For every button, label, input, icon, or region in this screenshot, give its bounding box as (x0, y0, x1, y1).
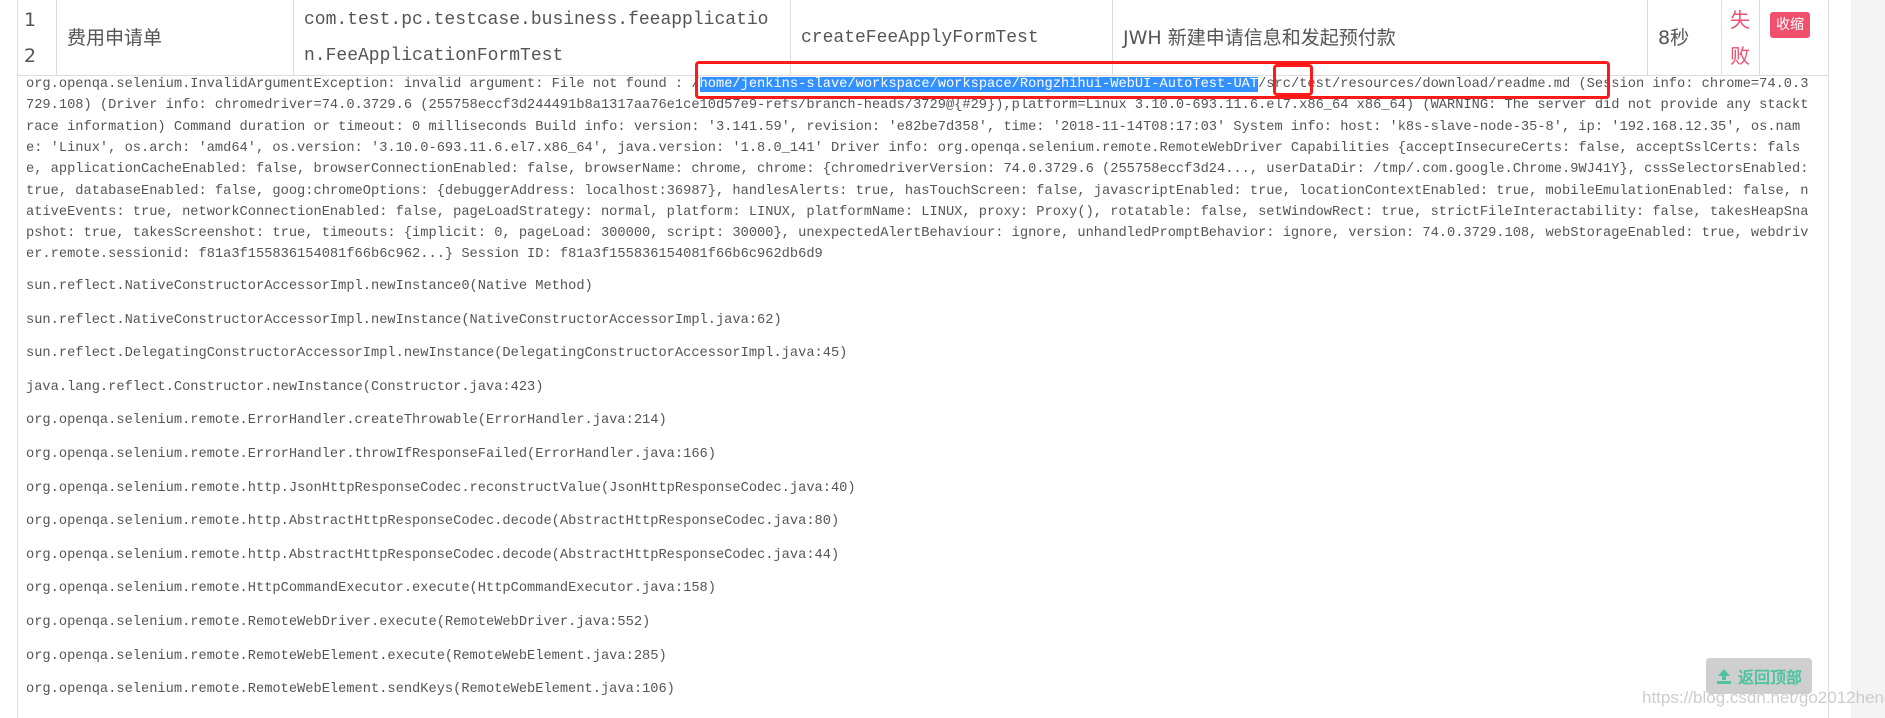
upload-arrow-icon (1716, 669, 1731, 684)
selected-path: home/jenkins-slave/workspace/workspace/R… (699, 77, 1259, 92)
stack-trace-line: sun.reflect.NativeConstructorAccessorImp… (26, 312, 782, 328)
error-message-line: 729.108) (Driver info: chromedriver=74.0… (26, 98, 1809, 114)
duration-cell: 8秒 (1648, 0, 1722, 75)
stack-trace-line: org.openqa.selenium.remote.HttpCommandEx… (26, 581, 716, 597)
row-index-cell: 12 (18, 0, 57, 75)
message-prefix: org.openqa.selenium.InvalidArgumentExcep… (26, 77, 700, 92)
stack-trace-line: java.lang.reflect.Constructor.newInstanc… (26, 379, 544, 395)
watermark: https://blog.csdn.net/go2012heng (1642, 688, 1885, 707)
error-message-line: org.openqa.selenium.InvalidArgumentExcep… (26, 76, 1808, 94)
src-segment: /src/ (1258, 77, 1300, 92)
module-name: 费用申请单 (67, 26, 163, 49)
action-cell: 收缩 (1760, 0, 1828, 75)
module-cell: 费用申请单 (57, 0, 294, 75)
stack-trace-line: org.openqa.selenium.remote.http.Abstract… (26, 514, 840, 530)
stack-trace-line: org.openqa.selenium.remote.RemoteWebDriv… (26, 615, 651, 630)
error-message-line: ativeEvents: true, networkConnectionEnab… (26, 204, 1809, 220)
error-message-line: e: 'Linux', os.arch: 'amd64', os.version… (26, 140, 1801, 156)
table-row: 12 费用申请单 com.test.pc.testcase.business.f… (18, 0, 1828, 76)
stack-trace-line: sun.reflect.NativeConstructorAccessorImp… (26, 279, 593, 294)
collapse-button[interactable]: 收缩 (1770, 12, 1810, 38)
status-badge: 失败 (1730, 7, 1750, 68)
back-to-top-label: 返回顶部 (1737, 668, 1802, 687)
stack-trace-line: org.openqa.selenium.remote.ErrorHandler.… (26, 413, 667, 429)
status-cell: 失败 (1722, 0, 1760, 75)
row-index: 12 (24, 8, 37, 67)
stack-trace-line: org.openqa.selenium.remote.http.Abstract… (26, 547, 840, 563)
duration: 8秒 (1658, 26, 1690, 49)
test-description: JWH 新建申请信息和发起预付款 (1123, 26, 1396, 49)
description-cell: JWH 新建申请信息和发起预付款 (1113, 0, 1648, 75)
error-message-line: true, databaseEnabled: false, goog:chrom… (26, 183, 1809, 199)
stack-trace-line: org.openqa.selenium.remote.RemoteWebElem… (26, 648, 667, 664)
results-table: 12 费用申请单 com.test.pc.testcase.business.f… (17, 0, 1829, 718)
method-cell: createFeeApplyFormTest (791, 0, 1113, 75)
stack-trace-line: org.openqa.selenium.remote.http.JsonHttp… (26, 480, 856, 496)
method-name: createFeeApplyFormTest (801, 27, 1039, 48)
class-name-line1: com.test.pc.testcase.business.feeapplica… (304, 9, 769, 30)
message-rest: test/resources/download/readme.md (Sessi… (1299, 77, 1809, 92)
stack-trace-line: org.openqa.selenium.remote.ErrorHandler.… (26, 447, 716, 462)
page-gutter (1851, 0, 1885, 718)
error-message-line: er.remote.sessionid: f81a3f155836154081f… (26, 247, 823, 263)
error-message-line: race information) Command duration or ti… (26, 119, 1801, 135)
error-message-line: pshot: true, takesScreenshot: true, time… (26, 226, 1809, 242)
class-name-line2: n.FeeApplicationFormTest (304, 45, 564, 66)
class-name-cell: com.test.pc.testcase.business.feeapplica… (294, 0, 791, 75)
stack-trace-line: sun.reflect.DelegatingConstructorAccesso… (26, 346, 848, 362)
error-message-line: e, applicationCacheEnabled: false, brows… (26, 162, 1809, 178)
stack-trace-line: org.openqa.selenium.remote.RemoteWebElem… (26, 682, 675, 698)
